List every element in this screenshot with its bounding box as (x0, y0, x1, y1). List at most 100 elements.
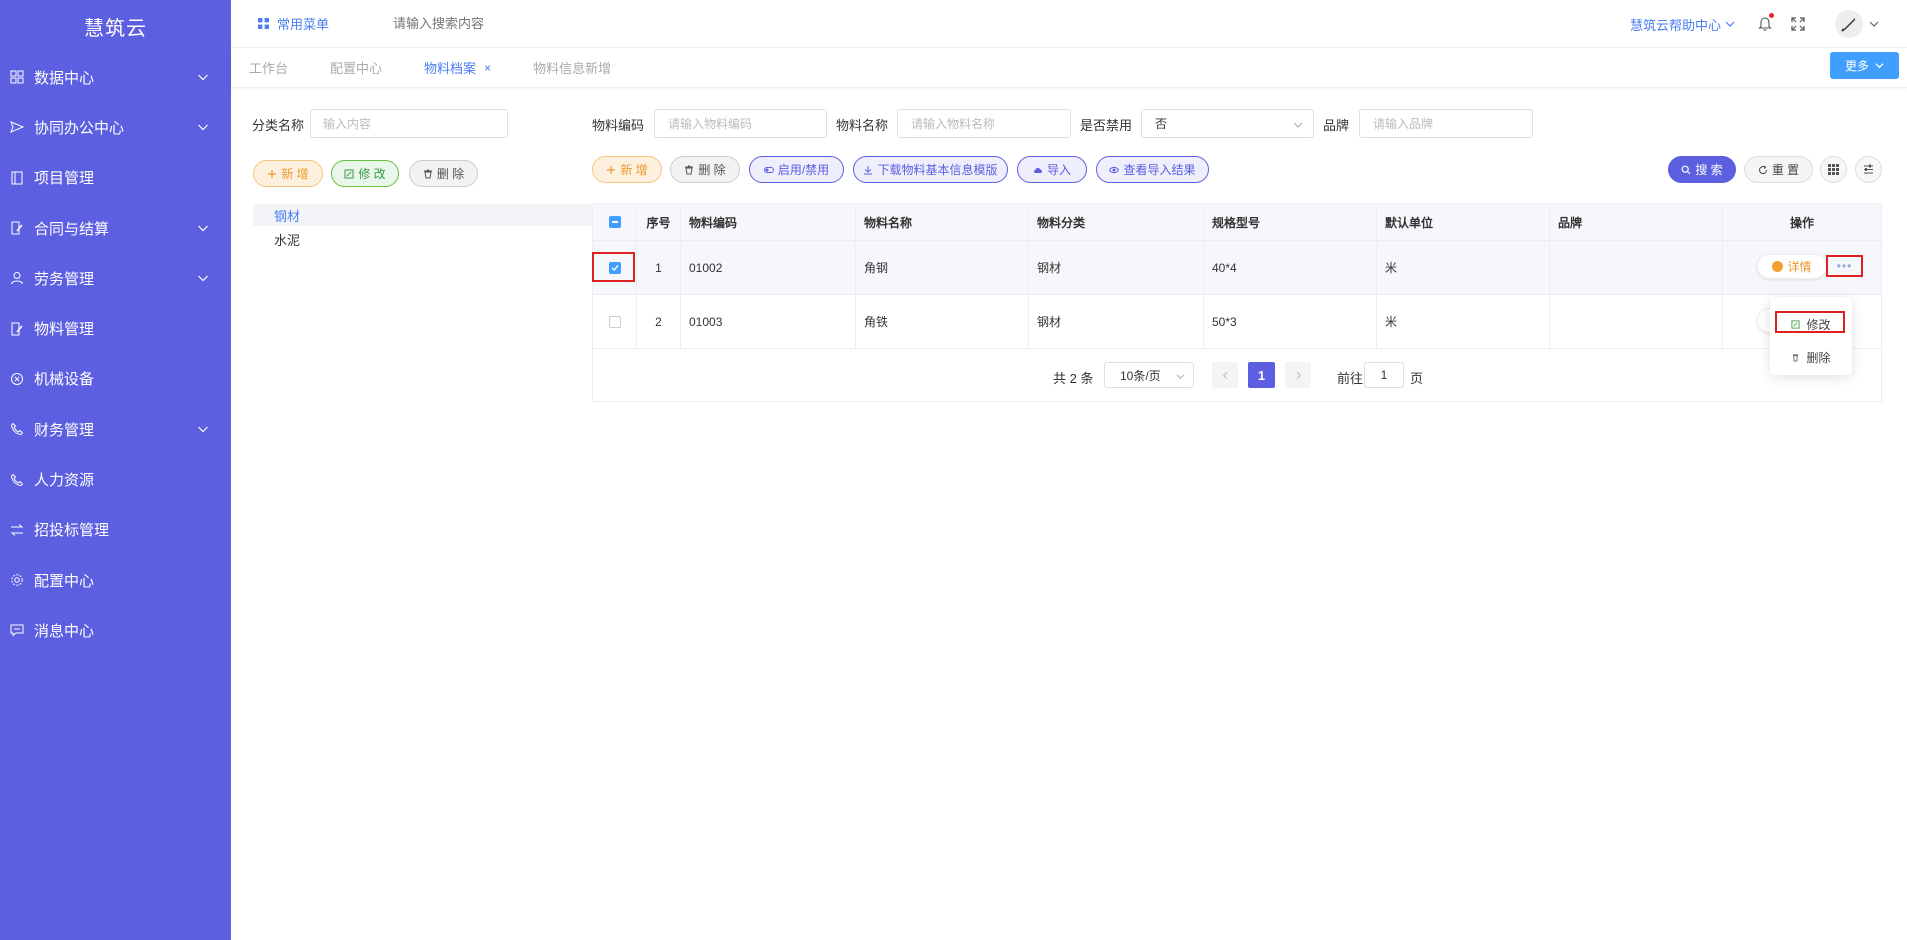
chevron-down-icon (198, 225, 208, 232)
help-center-label: 慧筑云帮助中心 (1629, 17, 1721, 33)
disabled-select-value: 否 (1155, 117, 1168, 131)
bell-icon[interactable] (1757, 13, 1774, 32)
table-header-row: 序号 物料编码 物料名称 物料分类 规格型号 默认单位 品牌 操作 (593, 204, 1881, 241)
sidebar-item[interactable]: 数据中心 (0, 52, 231, 102)
table-row[interactable]: 1 01002 角钢 钢材 40*4 米 (593, 241, 1881, 295)
index-cell: 2 (637, 295, 681, 348)
detail-button[interactable]: 详情 (1757, 254, 1827, 279)
plus-icon (268, 169, 277, 178)
header-cell: 物料名称 (856, 204, 1029, 240)
plus-icon (607, 165, 616, 174)
sidebar-item[interactable]: 招投标管理 (0, 505, 231, 555)
name-cell: 角钢 (856, 241, 1029, 294)
category-name-label: 分类名称 (252, 118, 305, 133)
tab-material-add[interactable]: 物料信息新增 (533, 58, 611, 77)
sidebar-item[interactable]: 协同办公中心 (0, 102, 231, 152)
prev-page-button[interactable] (1212, 362, 1238, 388)
sidebar-item-label: 配置中心 (34, 572, 95, 590)
view-import-result-button[interactable]: 查看导入结果 (1096, 156, 1209, 183)
header-cell: 操作 (1789, 215, 1814, 230)
button-label: 查看导入结果 (1123, 163, 1196, 177)
tab-label: 工作台 (249, 61, 289, 76)
trash-icon (1793, 353, 1799, 362)
category-cell: 钢材 (1029, 241, 1204, 294)
header-cell: 品牌 (1550, 204, 1723, 240)
global-search-input[interactable] (393, 16, 594, 31)
category-delete-button[interactable]: 删 除 (409, 160, 478, 187)
top-bar: 常用菜单 慧筑云帮助中心 (231, 0, 1907, 48)
send-icon (10, 120, 24, 134)
search-button[interactable]: 搜 索 (1668, 156, 1736, 183)
material-code-input[interactable]: 请输入物料编码 (654, 109, 827, 138)
cloud-upload-icon (1033, 167, 1042, 173)
select-all-checkbox[interactable] (608, 216, 621, 228)
dropdown-delete-item[interactable]: 删除 (1770, 347, 1852, 367)
enable-disable-button[interactable]: 启用/禁用 (749, 156, 844, 183)
detail-label: 详情 (1787, 260, 1812, 274)
chevron-down-icon (198, 426, 208, 433)
table-row[interactable]: 2 01003 角铁 钢材 50*3 米 (593, 295, 1881, 349)
import-button[interactable]: 导入 (1017, 156, 1087, 183)
toggle-icon (763, 166, 774, 173)
index-cell: 1 (637, 241, 681, 294)
add-button[interactable]: 新 增 (592, 156, 662, 183)
category-add-button[interactable]: 新 增 (253, 160, 323, 187)
unit-cell: 米 (1377, 241, 1550, 294)
sidebar-item[interactable]: 劳务管理 (0, 253, 231, 303)
tree-item-steel[interactable]: 钢材 (253, 204, 593, 226)
chevron-down-icon[interactable] (1869, 19, 1879, 29)
material-code-label: 物料编码 (592, 118, 645, 133)
apps-icon (258, 18, 269, 29)
delete-button[interactable]: 删 除 (670, 156, 740, 183)
button-label: 修 改 (358, 167, 386, 181)
fullscreen-icon[interactable] (1791, 17, 1805, 31)
sidebar-item[interactable]: 财务管理 (0, 404, 231, 454)
row-checkbox[interactable] (608, 315, 621, 328)
goto-page-input[interactable]: 1 (1364, 362, 1404, 388)
sidebar-item[interactable]: 合同与结算 (0, 203, 231, 253)
tab-workbench[interactable]: 工作台 (249, 58, 288, 77)
tab-material-archive[interactable]: 物料档案 × (424, 58, 491, 77)
brand-label: 品牌 (1323, 118, 1350, 133)
sidebar-item[interactable]: 项目管理 (0, 153, 231, 203)
chevron-down-icon (1293, 122, 1303, 128)
reset-button[interactable]: 重 置 (1744, 156, 1813, 183)
search-icon (1681, 165, 1691, 174)
close-icon[interactable]: × (484, 61, 491, 75)
grid-view-icon[interactable] (1820, 156, 1847, 183)
tree-item-cement[interactable]: 水泥 (253, 228, 593, 250)
category-name-input[interactable]: 输入内容 (310, 109, 508, 138)
brand-cell (1550, 295, 1723, 348)
tab-config-center[interactable]: 配置中心 (330, 58, 382, 77)
code-cell: 01002 (681, 241, 856, 294)
trash-icon (685, 165, 694, 174)
material-name-input[interactable]: 请输入物料名称 (897, 109, 1071, 138)
next-page-button[interactable] (1285, 362, 1311, 388)
sidebar: 慧筑云 数据中心 协同办公中心 项目管理 合同与结算 劳务管理 物料管理 机械设备 财务管理人… (0, 0, 231, 940)
page-number-button[interactable]: 1 (1248, 362, 1275, 388)
disabled-select[interactable]: 否 (1141, 109, 1314, 138)
more-button[interactable]: 更多 (1830, 52, 1899, 79)
sidebar-item[interactable]: 消息中心 (0, 605, 231, 655)
page-size-select[interactable]: 10条/页 (1104, 362, 1194, 388)
header-cell: 默认单位 (1377, 204, 1550, 240)
unit-cell: 米 (1377, 295, 1550, 348)
help-center-link[interactable]: 慧筑云帮助中心 (1630, 15, 1735, 34)
brand-input[interactable]: 请输入品牌 (1359, 109, 1533, 138)
download-template-button[interactable]: 下载物料基本信息模版 (853, 156, 1008, 183)
column-settings-icon[interactable] (1855, 156, 1882, 183)
quick-menu[interactable]: 常用菜单 (258, 14, 329, 33)
sidebar-item-label: 消息中心 (34, 622, 95, 640)
chevron-right-icon (1296, 371, 1301, 379)
chevron-down-icon (198, 74, 208, 81)
app-logo: 慧筑云 (84, 17, 147, 40)
sidebar-item[interactable]: 物料管理 (0, 303, 231, 353)
sidebar-item-label: 协同办公中心 (34, 119, 125, 137)
sidebar-item[interactable]: 配置中心 (0, 555, 231, 605)
total-count: 共 2 条 (1053, 371, 1094, 386)
category-edit-button[interactable]: 修 改 (331, 160, 399, 187)
sidebar-item[interactable]: 人力资源 (0, 454, 231, 504)
avatar[interactable] (1835, 10, 1863, 38)
chevron-down-icon (1176, 374, 1185, 380)
phone-icon (10, 422, 24, 436)
